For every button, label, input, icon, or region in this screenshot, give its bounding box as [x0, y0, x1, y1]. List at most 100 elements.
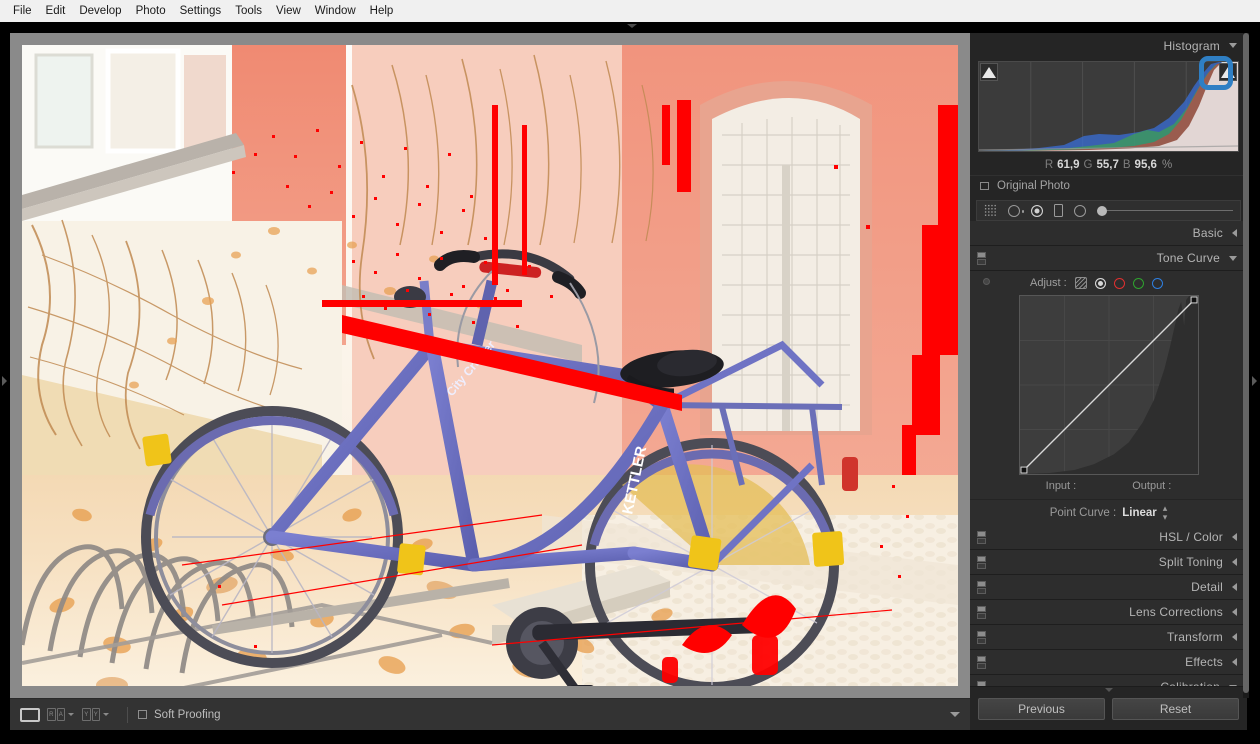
panel-header-lens-corrections[interactable]: Lens Corrections: [970, 600, 1247, 625]
lightroom-develop-window: File Edit Develop Photo Settings Tools V…: [0, 0, 1260, 744]
rgb-r-label: R: [1044, 158, 1054, 171]
chevron-left-icon[interactable]: [1232, 608, 1237, 616]
panel-header-detail[interactable]: Detail: [970, 575, 1247, 600]
module-picker-collapse-icon[interactable]: [627, 24, 637, 28]
reset-button[interactable]: Reset: [1112, 697, 1239, 720]
compare-view-caret-icon[interactable]: [68, 713, 74, 716]
graduated-filter-icon[interactable]: [1054, 204, 1063, 217]
panel-header-calibration[interactable]: Calibration: [970, 675, 1247, 686]
chevron-left-icon[interactable]: [1232, 633, 1237, 641]
tone-curve-graph[interactable]: [1018, 295, 1199, 475]
menu-item-settings[interactable]: Settings: [173, 2, 229, 20]
point-curve-row[interactable]: Point Curve : Linear ▴ ▾: [970, 499, 1247, 525]
channel-white-icon[interactable]: [1094, 277, 1106, 289]
loupe-view-icon[interactable]: [20, 707, 40, 722]
panel-header-tone-curve[interactable]: Tone Curve: [970, 246, 1247, 271]
survey-cell-left: Y: [82, 708, 91, 721]
compare-view-icon[interactable]: R A: [47, 708, 65, 721]
split-toning-switch-icon[interactable]: [977, 556, 986, 569]
toolbar-options-caret-icon[interactable]: [950, 712, 960, 717]
soft-proofing-label[interactable]: Soft Proofing: [154, 709, 220, 721]
point-curve-value[interactable]: Linear: [1122, 507, 1157, 519]
compare-cell-left: R: [47, 708, 56, 721]
spot-removal-icon[interactable]: [1008, 204, 1024, 217]
targeted-adjustment-dot-icon[interactable]: [983, 278, 990, 285]
menu-item-edit[interactable]: Edit: [39, 2, 73, 20]
menu-item-tools[interactable]: Tools: [228, 2, 269, 20]
red-eye-correction-icon[interactable]: [1031, 204, 1043, 217]
tone-curve-io-labels: Input : Output :: [970, 475, 1247, 497]
panel-title-split-toning: Split Toning: [1158, 555, 1223, 569]
chevron-left-icon[interactable]: [1232, 558, 1237, 566]
menu-item-window[interactable]: Window: [308, 2, 363, 20]
output-label: Output :: [1132, 480, 1172, 492]
tool-slider-knob[interactable]: [1097, 205, 1107, 216]
radial-filter-icon[interactable]: [1074, 204, 1086, 217]
develop-tool-strip: [976, 200, 1241, 221]
chevron-down-icon[interactable]: [1229, 43, 1237, 48]
crop-overlay-icon[interactable]: [984, 204, 997, 217]
right-panel: Histogram R 61,9 G 55,7 B 95,6 % Origina…: [970, 33, 1247, 730]
chevron-left-icon[interactable]: [1232, 658, 1237, 666]
panel-title-effects: Effects: [1185, 655, 1223, 669]
survey-view-caret-icon[interactable]: [103, 713, 109, 716]
chevron-left-icon[interactable]: [1232, 533, 1237, 541]
panel-footer-caret-icon[interactable]: [1104, 688, 1113, 692]
soft-proofing-checkbox[interactable]: [138, 710, 147, 719]
right-panel-collapse-icon[interactable]: [1252, 376, 1257, 386]
effects-switch-icon[interactable]: [977, 656, 986, 669]
panel-footer: Previous Reset: [970, 686, 1247, 730]
menu-item-file[interactable]: File: [6, 2, 39, 20]
histogram-rgb-readout: R 61,9 G 55,7 B 95,6 %: [970, 154, 1247, 175]
menu-item-help[interactable]: Help: [363, 2, 401, 20]
point-curve-dropdown-icon[interactable]: ▴ ▾: [1163, 503, 1168, 522]
chevron-down-icon[interactable]: [1229, 255, 1237, 261]
shadow-clipping-icon[interactable]: [982, 67, 996, 78]
menu-bar: File Edit Develop Photo Settings Tools V…: [0, 0, 1260, 22]
rgb-b-label: B: [1122, 158, 1131, 171]
panel-header-basic[interactable]: Basic: [970, 221, 1247, 246]
photo-frame[interactable]: KETTLER City Cruiser: [22, 45, 958, 686]
panel-header-effects[interactable]: Effects: [970, 650, 1247, 675]
tool-slider[interactable]: [1097, 205, 1233, 216]
tone-curve-body: Adjust : Input: Output:: [970, 271, 1247, 499]
tone-curve-adjust-row: Adjust :: [970, 271, 1247, 295]
rgb-b-value: 95,6: [1134, 158, 1157, 171]
transform-switch-icon[interactable]: [977, 631, 986, 644]
original-photo-row[interactable]: Original Photo: [970, 175, 1247, 196]
panel-title-tone-curve: Tone Curve: [1156, 251, 1220, 265]
tool-slider-track: [1097, 210, 1233, 211]
rgb-r-value: 61,9: [1057, 158, 1080, 171]
panel-header-split-toning[interactable]: Split Toning: [970, 550, 1247, 575]
hsl-color-switch-icon[interactable]: [977, 531, 986, 544]
menu-item-view[interactable]: View: [269, 2, 308, 20]
panel-header-hsl-color[interactable]: HSL / Color: [970, 525, 1247, 550]
chevron-left-icon[interactable]: [1232, 229, 1237, 237]
targeted-adjustment-tool-icon[interactable]: [1074, 277, 1087, 289]
chevron-left-icon[interactable]: [1232, 583, 1237, 591]
tone-curve-switch-icon[interactable]: [977, 252, 986, 265]
highlight-clipping-annotation-ring: [1199, 56, 1233, 90]
panel-title-basic: Basic: [1192, 226, 1223, 240]
lens-corrections-switch-icon[interactable]: [977, 606, 986, 619]
image-work-area: KETTLER City Cruiser: [10, 33, 970, 698]
photo-image[interactable]: KETTLER City Cruiser: [22, 45, 958, 686]
toolbar-divider: [127, 706, 128, 723]
survey-view-icon[interactable]: Y Y: [82, 708, 100, 721]
panel-header-histogram[interactable]: Histogram: [970, 33, 1247, 58]
panel-title-detail: Detail: [1191, 580, 1223, 594]
rgb-g-label: G: [1083, 158, 1093, 171]
previous-button[interactable]: Previous: [978, 697, 1105, 720]
right-panel-scrollbar[interactable]: [1243, 33, 1249, 698]
left-panel-collapse-icon[interactable]: [2, 376, 7, 386]
channel-green-icon[interactable]: [1132, 277, 1144, 289]
right-panel-scrollbar-thumb[interactable]: [1243, 33, 1249, 693]
rgb-g-value: 55,7: [1096, 158, 1119, 171]
panel-header-transform[interactable]: Transform: [970, 625, 1247, 650]
menu-item-develop[interactable]: Develop: [72, 2, 128, 20]
menu-item-photo[interactable]: Photo: [129, 2, 173, 20]
panel-title-histogram: Histogram: [1163, 38, 1220, 53]
detail-switch-icon[interactable]: [977, 581, 986, 594]
channel-red-icon[interactable]: [1113, 277, 1125, 289]
channel-blue-icon[interactable]: [1151, 277, 1163, 289]
